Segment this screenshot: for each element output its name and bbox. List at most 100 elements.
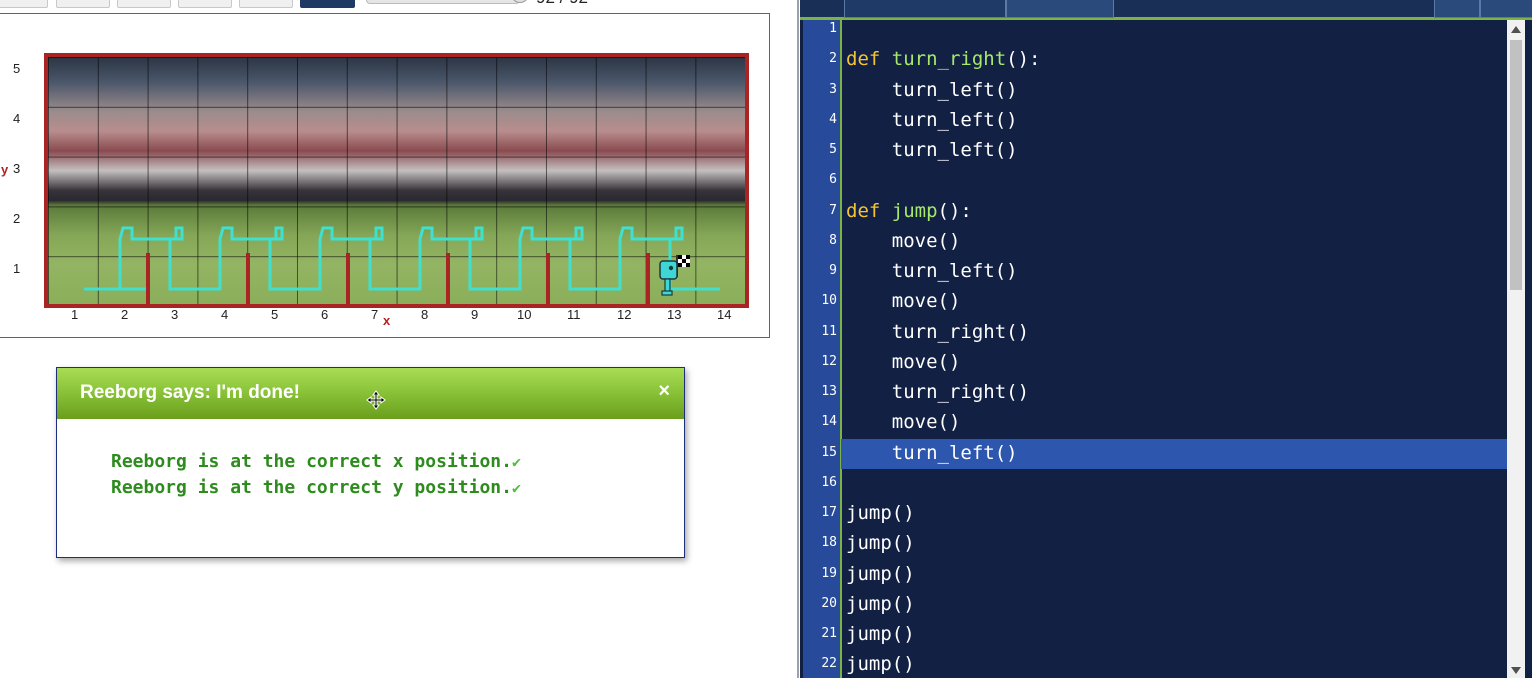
code-text: move()	[846, 229, 961, 252]
line-number: 15	[821, 444, 837, 460]
wall-segment	[246, 253, 250, 304]
line-number: 21	[821, 626, 837, 641]
code-token: turn_left()	[846, 78, 1018, 101]
trace-path	[84, 226, 720, 291]
walls	[146, 253, 650, 304]
code-line[interactable]: 7 def jump():	[800, 197, 1507, 227]
code-line[interactable]: 3 turn_left()	[800, 76, 1507, 106]
code-token: turn_left()	[846, 108, 1018, 131]
line-number: 17	[821, 505, 837, 520]
toolbar-button-5[interactable]	[239, 0, 293, 8]
y-tick: 1	[13, 261, 21, 276]
x-tick: 11	[567, 307, 581, 322]
code-token: def	[846, 48, 881, 71]
scroll-up-icon[interactable]	[1511, 26, 1521, 33]
code-text: jump()	[846, 623, 915, 645]
x-tick: 5	[271, 307, 279, 322]
line-number: 1	[829, 21, 837, 36]
code-line[interactable]: 14 move()	[800, 408, 1507, 438]
code-line[interactable]: 19 jump()	[800, 560, 1507, 590]
toolbar-button-4[interactable]	[178, 0, 232, 8]
line-number: 7	[829, 202, 837, 218]
wall-segment	[546, 253, 550, 304]
line-number: 11	[821, 323, 837, 339]
code-line[interactable]: 11 turn_right()	[800, 318, 1507, 348]
code-line[interactable]: 21 jump()	[800, 620, 1507, 650]
wall-segment	[346, 253, 350, 304]
code-text: jump()	[846, 653, 915, 675]
code-line[interactable]: 2 def turn_right():	[800, 45, 1507, 75]
line-number: 20	[821, 595, 837, 611]
x-tick: 2	[121, 307, 129, 322]
code-token: turn_left()	[846, 260, 1018, 282]
move-cursor-icon	[366, 390, 386, 410]
code-line[interactable]: 12 move()	[800, 348, 1507, 378]
code-token: ():	[1006, 48, 1041, 71]
dialog-header[interactable]: Reeborg says: I'm done! ×	[57, 368, 684, 419]
code-line[interactable]: 18 jump()	[800, 529, 1507, 559]
code-text: jump()	[846, 593, 915, 615]
slider-thumb[interactable]	[511, 0, 529, 3]
message-x: Reeborg is at the correct x position.✔	[111, 451, 521, 472]
wall-segment	[646, 253, 650, 304]
code-line[interactable]: 13 turn_right()	[800, 378, 1507, 408]
code-editor: 1 2 def turn_right(): 3 turn_left() 4 turn_l…	[800, 0, 1532, 678]
dialog-title: Reeborg says: I'm done!	[80, 382, 300, 403]
code-token: jump()	[846, 532, 915, 555]
line-number: 16	[821, 474, 837, 490]
code-text: move()	[846, 351, 961, 373]
toolbar-button-3[interactable]	[117, 0, 171, 8]
code-line[interactable]: 1	[800, 15, 1507, 45]
code-token: move()	[846, 229, 961, 252]
code-token: move()	[846, 290, 961, 313]
world-panel: 54321 1 2 3 4 5 6 7 8 9 10 11 12 13 14 y x	[0, 13, 770, 338]
panel-splitter[interactable]	[797, 0, 799, 678]
toolbar-button-active[interactable]	[300, 0, 355, 8]
code-line[interactable]: 5 turn_left()	[800, 136, 1507, 166]
code-line[interactable]: 16	[800, 469, 1507, 499]
code-line[interactable]: 17 jump()	[800, 499, 1507, 529]
line-number: 10	[821, 293, 837, 309]
speed-slider[interactable]	[366, 0, 529, 4]
code-text: turn_left()	[846, 260, 1018, 282]
line-number: 14	[821, 414, 837, 430]
code-text: move()	[846, 411, 961, 433]
toolbar-button-2[interactable]	[56, 0, 110, 8]
wall-segment	[146, 253, 150, 304]
code-text: jump()	[846, 563, 915, 585]
y-tick: 2	[13, 211, 21, 226]
code-line[interactable]: 15 turn_left()	[800, 438, 1507, 469]
code-line[interactable]: 22 jump()	[800, 650, 1507, 678]
x-tick: 14	[717, 307, 732, 322]
close-icon[interactable]: ×	[658, 380, 670, 403]
line-number: 6	[829, 172, 837, 188]
code-text: def jump():	[846, 200, 972, 222]
scroll-thumb[interactable]	[1510, 40, 1522, 290]
x-tick: 3	[171, 307, 179, 322]
code-token: jump	[891, 199, 938, 222]
code-line[interactable]: 4 turn_left()	[800, 106, 1507, 136]
code-line[interactable]: 10 move()	[800, 287, 1507, 317]
code-text: turn_right()	[846, 381, 1029, 403]
toolbar-button-1[interactable]	[0, 0, 48, 8]
code-area[interactable]: 1 2 def turn_right(): 3 turn_left() 4 turn_l…	[800, 15, 1507, 678]
code-text: turn_left()	[846, 139, 1018, 161]
x-tick: 7	[371, 307, 379, 322]
code-token: turn_right()	[846, 320, 1030, 343]
code-line[interactable]: 9 turn_left()	[800, 257, 1507, 287]
code-text: turn_left()	[846, 79, 1018, 101]
code-line[interactable]: 8 move()	[800, 227, 1507, 257]
line-number: 5	[829, 142, 837, 157]
editor-scrollbar[interactable]	[1507, 20, 1525, 678]
code-token: jump()	[846, 502, 915, 524]
code-line[interactable]: 20 jump()	[800, 590, 1507, 620]
scroll-down-icon[interactable]	[1511, 667, 1521, 674]
code-line[interactable]: 6	[800, 166, 1507, 196]
check-icon: ✔	[511, 479, 521, 497]
y-tick: 3	[13, 161, 21, 176]
code-token: def	[846, 199, 881, 222]
code-token: ():	[937, 199, 972, 222]
line-number: 19	[821, 565, 837, 581]
